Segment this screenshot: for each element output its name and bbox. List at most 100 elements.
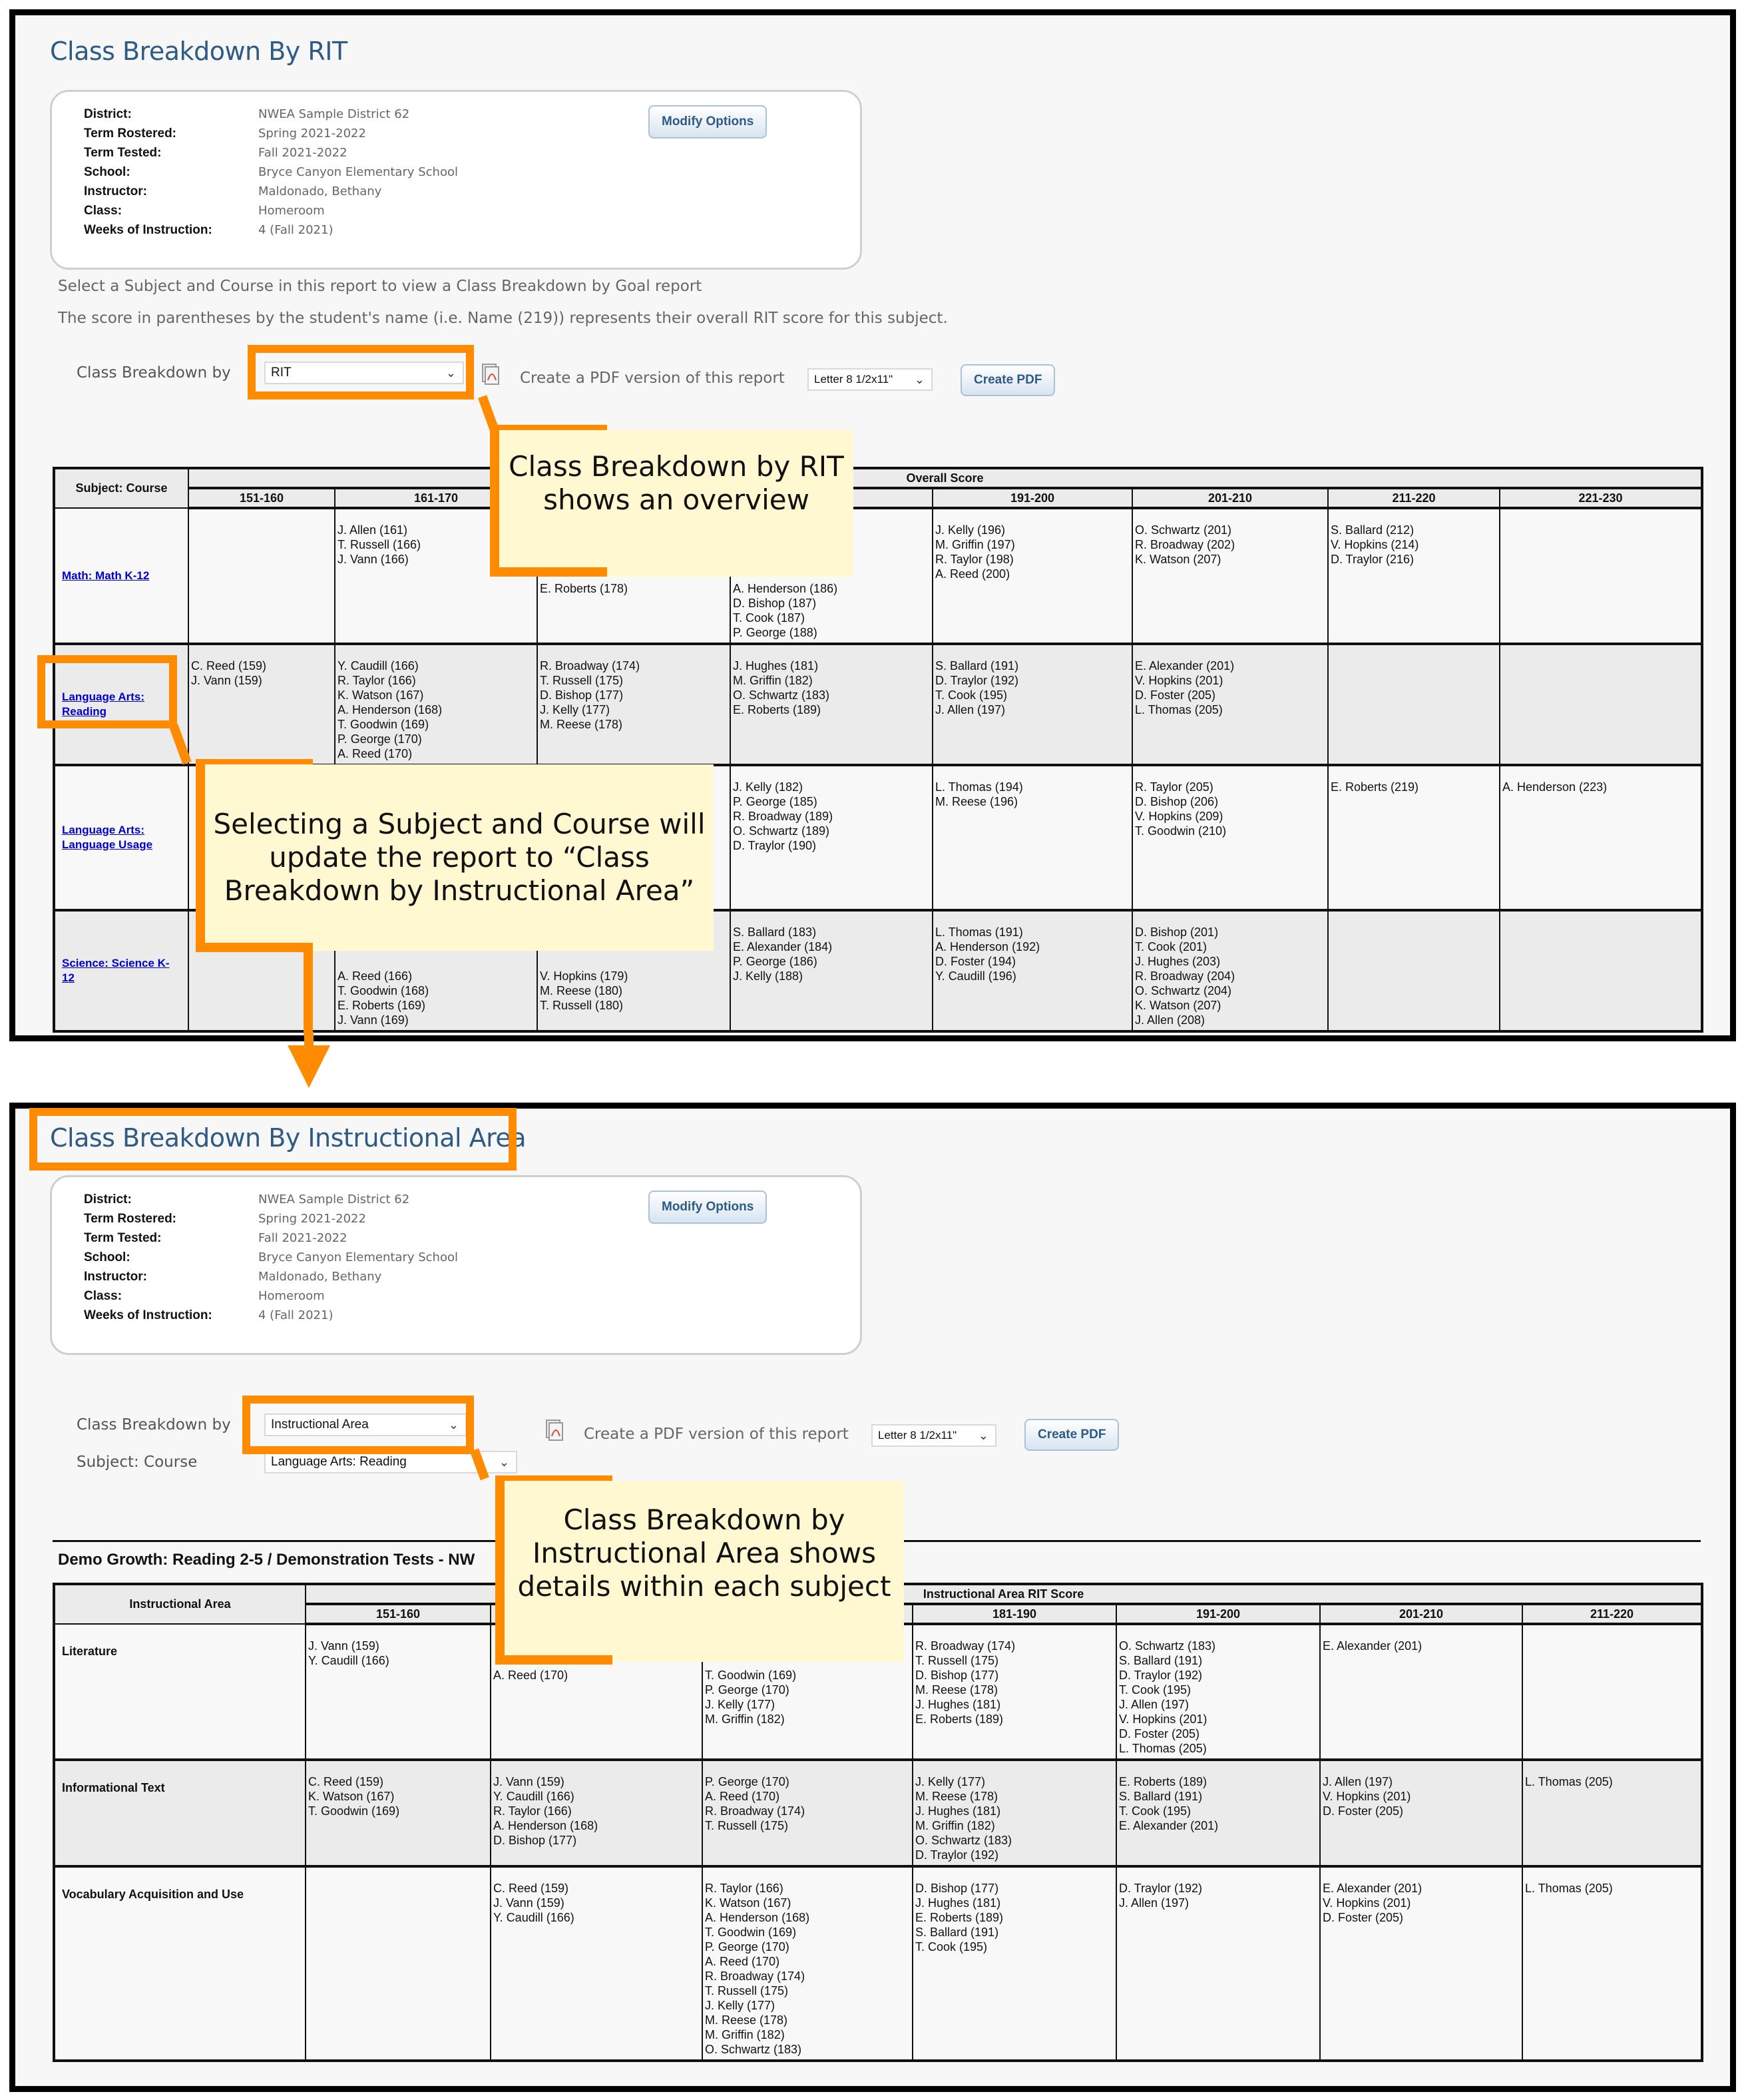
student-score: T. Goodwin (169)	[337, 718, 429, 731]
score-range-header: 211-220	[1327, 487, 1500, 509]
score-range-header: 211-220	[1521, 1603, 1703, 1625]
score-cell: O. Schwartz (183) S. Ballard (191) D. Tray…	[1116, 1623, 1321, 1760]
student-score: J. Hughes (203)	[1135, 955, 1221, 968]
pdf-size-select[interactable]: Letter 8 1/2x11" ⌄	[871, 1424, 996, 1447]
score-cell	[188, 507, 335, 645]
score-cell: J. Kelly (182) P. George (185) R. Broadway…	[730, 764, 933, 911]
score-cell: R. Taylor (205) D. Bishop (206) V. Hopkins…	[1132, 764, 1329, 911]
student-score: M. Griffin (182)	[915, 1819, 995, 1832]
callout-instructional-area-details: Class Breakdown by Instructional Area sh…	[495, 1481, 904, 1662]
student-score: T. Russell (175)	[540, 674, 624, 687]
table-row: Vocabulary Acquisition and Use C. Reed (1…	[53, 1866, 1703, 2061]
score-range-header: 221-230	[1498, 487, 1703, 509]
table-row: Math: Math K-12 J. Allen (161) T. Russell …	[53, 507, 1703, 645]
student-score: D. Bishop (206)	[1135, 795, 1219, 808]
score-cell: C. Reed (159) K. Watson (167) T. Goodwin (…	[305, 1759, 491, 1867]
info-label: District:	[84, 1192, 132, 1206]
info-value: Homeroom	[258, 1289, 325, 1303]
highlight-instructional-area-select	[242, 1396, 474, 1454]
report-info-box: District: NWEA Sample District 62 Term Ros…	[50, 90, 862, 270]
info-value: Fall 2021-2022	[258, 1231, 347, 1245]
info-label: School:	[84, 165, 130, 179]
student-score: T. Cook (195)	[915, 1940, 988, 1954]
student-score	[540, 954, 728, 969]
student-score: D. Traylor (192)	[935, 674, 1019, 687]
student-score: R. Taylor (198)	[935, 553, 1014, 566]
highlight-instructional-area-title	[29, 1108, 517, 1171]
info-value: Homeroom	[258, 204, 325, 218]
subject-course-link[interactable]: Science: Science K-12	[62, 957, 170, 984]
score-cell	[1327, 910, 1500, 1032]
create-pdf-button[interactable]: Create PDF	[961, 364, 1056, 396]
info-label: Term Tested:	[84, 1231, 162, 1245]
info-label: Class:	[84, 204, 122, 218]
score-range-header: 191-200	[932, 487, 1133, 509]
table-row: Language Arts: Reading C. Reed (159) J. Va…	[53, 643, 1703, 766]
student-score: A. Henderson (192)	[935, 940, 1040, 953]
score-cell: C. Reed (159) J. Vann (159) Y. Caudill (16…	[490, 1866, 703, 2061]
instructional-area-cell: Informational Text	[53, 1759, 306, 1867]
info-label: Instructor:	[84, 184, 147, 198]
callout-subject-selection: Selecting a Subject and Course will upda…	[196, 764, 714, 951]
student-score: J. Hughes (181)	[915, 1698, 1001, 1711]
student-score: M. Griffin (197)	[935, 538, 1015, 551]
student-score: J. Allen (197)	[1119, 1698, 1190, 1711]
student-score: Y. Caudill (166)	[493, 1911, 574, 1924]
student-score: S. Ballard (191)	[935, 659, 1019, 672]
score-cell: R. Broadway (174) T. Russell (175) D. Bish…	[912, 1623, 1117, 1760]
student-score: T. Cook (187)	[733, 611, 805, 625]
student-score: O. Schwartz (189)	[733, 824, 830, 838]
pdf-icon	[482, 364, 499, 385]
score-cell	[1327, 643, 1500, 766]
student-score: R. Taylor (166)	[493, 1804, 572, 1818]
student-score: M. Reese (178)	[705, 2013, 788, 2027]
student-score: V. Hopkins (201)	[1135, 674, 1223, 687]
student-score: D. Bishop (201)	[1135, 925, 1219, 939]
modify-options-button[interactable]: Modify Options	[648, 1190, 767, 1224]
student-score: R. Broadway (174)	[705, 1969, 805, 1983]
student-score: J. Kelly (177)	[705, 1999, 775, 2012]
subject-course-link[interactable]: Math: Math K-12	[62, 569, 149, 582]
chevron-down-icon: ⌄	[978, 1429, 988, 1442]
score-cell: S. Ballard (191) D. Traylor (192) T. Cook …	[932, 643, 1133, 766]
student-score: A. Henderson (168)	[705, 1911, 810, 1924]
student-score: V. Hopkins (214)	[1331, 538, 1419, 551]
student-score: P. George (185)	[733, 795, 817, 808]
student-score: D. Foster (194)	[935, 955, 1016, 968]
info-value: Maldonado, Bethany	[258, 1270, 382, 1284]
student-score: E. Roberts (189)	[1119, 1775, 1207, 1788]
score-range-header: 201-210	[1319, 1603, 1523, 1625]
student-score	[337, 954, 535, 969]
pdf-icon	[546, 1420, 563, 1441]
student-score: A. Henderson (223)	[1502, 780, 1608, 794]
score-cell: L. Thomas (194) M. Reese (196)	[932, 764, 1133, 911]
student-score: E. Roberts (189)	[733, 703, 821, 716]
pdf-size-select[interactable]: Letter 8 1/2x11" ⌄	[807, 368, 933, 391]
create-pdf-button[interactable]: Create PDF	[1024, 1419, 1120, 1451]
student-score: A. Reed (170)	[337, 747, 413, 760]
info-value: 4 (Fall 2021)	[258, 1308, 333, 1322]
score-cell: E. Alexander (201) V. Hopkins (201) D. Fos…	[1132, 643, 1329, 766]
student-score: T. Cook (195)	[935, 688, 1008, 702]
student-score: D. Foster (205)	[1119, 1727, 1200, 1740]
student-score: S. Ballard (212)	[1331, 523, 1415, 537]
student-score: V. Hopkins (201)	[1323, 1790, 1411, 1803]
score-cell: L. Thomas (205)	[1521, 1759, 1703, 1867]
student-score: V. Hopkins (201)	[1323, 1896, 1411, 1910]
modify-options-button[interactable]: Modify Options	[648, 105, 767, 138]
score-cell	[1498, 910, 1703, 1032]
help-text-score-explanation: The score in parentheses by the student'…	[58, 310, 948, 327]
student-score: P. George (188)	[733, 626, 817, 639]
student-score: D. Traylor (216)	[1331, 553, 1415, 566]
student-score: T. Goodwin (210)	[1135, 824, 1227, 838]
student-score: M. Reese (180)	[540, 984, 623, 997]
student-score: D. Foster (205)	[1135, 688, 1216, 702]
callout-rit-overview: Class Breakdown by RIT shows an overview	[490, 430, 853, 577]
info-value: NWEA Sample District 62	[258, 107, 410, 121]
student-score: D. Bishop (187)	[733, 597, 817, 610]
student-score: K. Watson (167)	[705, 1896, 791, 1910]
score-cell: A. Henderson (223)	[1498, 764, 1703, 911]
subject-course-link[interactable]: Language Arts: Language Usage	[62, 824, 152, 851]
info-value: Spring 2021-2022	[258, 1212, 366, 1226]
score-range-header: 201-210	[1132, 487, 1329, 509]
